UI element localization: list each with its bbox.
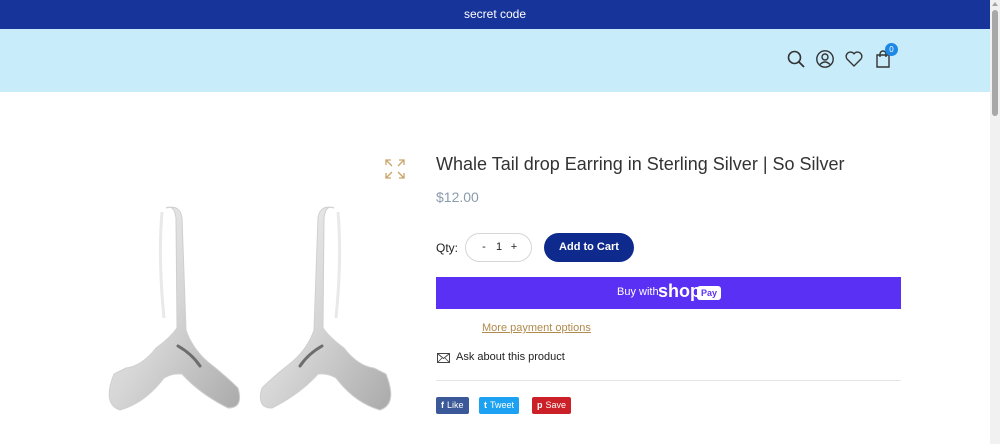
share-label: Tweet	[490, 400, 515, 410]
account-icon[interactable]	[815, 49, 835, 69]
announcement-bar: secret code	[0, 0, 990, 29]
shop-pay-button[interactable]: Buy with shop Pay	[436, 277, 901, 309]
scroll-up-arrow-icon[interactable]	[992, 2, 998, 6]
product-title: Whale Tail drop Earring in Sterling Silv…	[436, 154, 845, 174]
quantity-increase-button[interactable]: +	[510, 241, 518, 253]
envelope-icon	[437, 353, 450, 363]
scroll-thumb[interactable]	[992, 10, 998, 116]
announcement-text: secret code	[463, 7, 527, 21]
site-header	[0, 29, 990, 92]
cart-count-badge: 0	[885, 43, 898, 56]
quantity-stepper: - 1 +	[465, 233, 532, 262]
pinterest-save-button[interactable]: p Save	[532, 397, 572, 414]
quantity-input[interactable]: 1	[494, 241, 504, 253]
share-label: Like	[447, 400, 464, 410]
divider	[436, 380, 901, 381]
share-label: Save	[545, 400, 567, 410]
facebook-like-button[interactable]: f Like	[436, 397, 469, 414]
quantity-label: Qty:	[436, 241, 459, 255]
shop-pay-badge: Pay	[697, 286, 721, 300]
twitter-icon: t	[484, 400, 487, 410]
search-icon[interactable]	[786, 49, 806, 69]
shop-pay-prefix: Buy with	[617, 286, 659, 298]
pinterest-icon: p	[537, 400, 543, 410]
ask-about-product-link[interactable]: Ask about this product	[456, 351, 565, 363]
product-image	[108, 206, 392, 411]
expand-icon[interactable]	[384, 158, 406, 180]
facebook-icon: f	[441, 400, 444, 410]
scrollbar[interactable]	[990, 0, 1000, 444]
shop-pay-logo: shop	[658, 281, 701, 301]
product-price: $12.00	[436, 189, 479, 205]
more-payment-options-link[interactable]: More payment options	[482, 322, 591, 334]
quantity-decrease-button[interactable]: -	[480, 241, 488, 253]
add-to-cart-button[interactable]: Add to Cart	[544, 233, 634, 262]
wishlist-icon[interactable]	[844, 49, 864, 69]
twitter-tweet-button[interactable]: t Tweet	[479, 397, 520, 414]
